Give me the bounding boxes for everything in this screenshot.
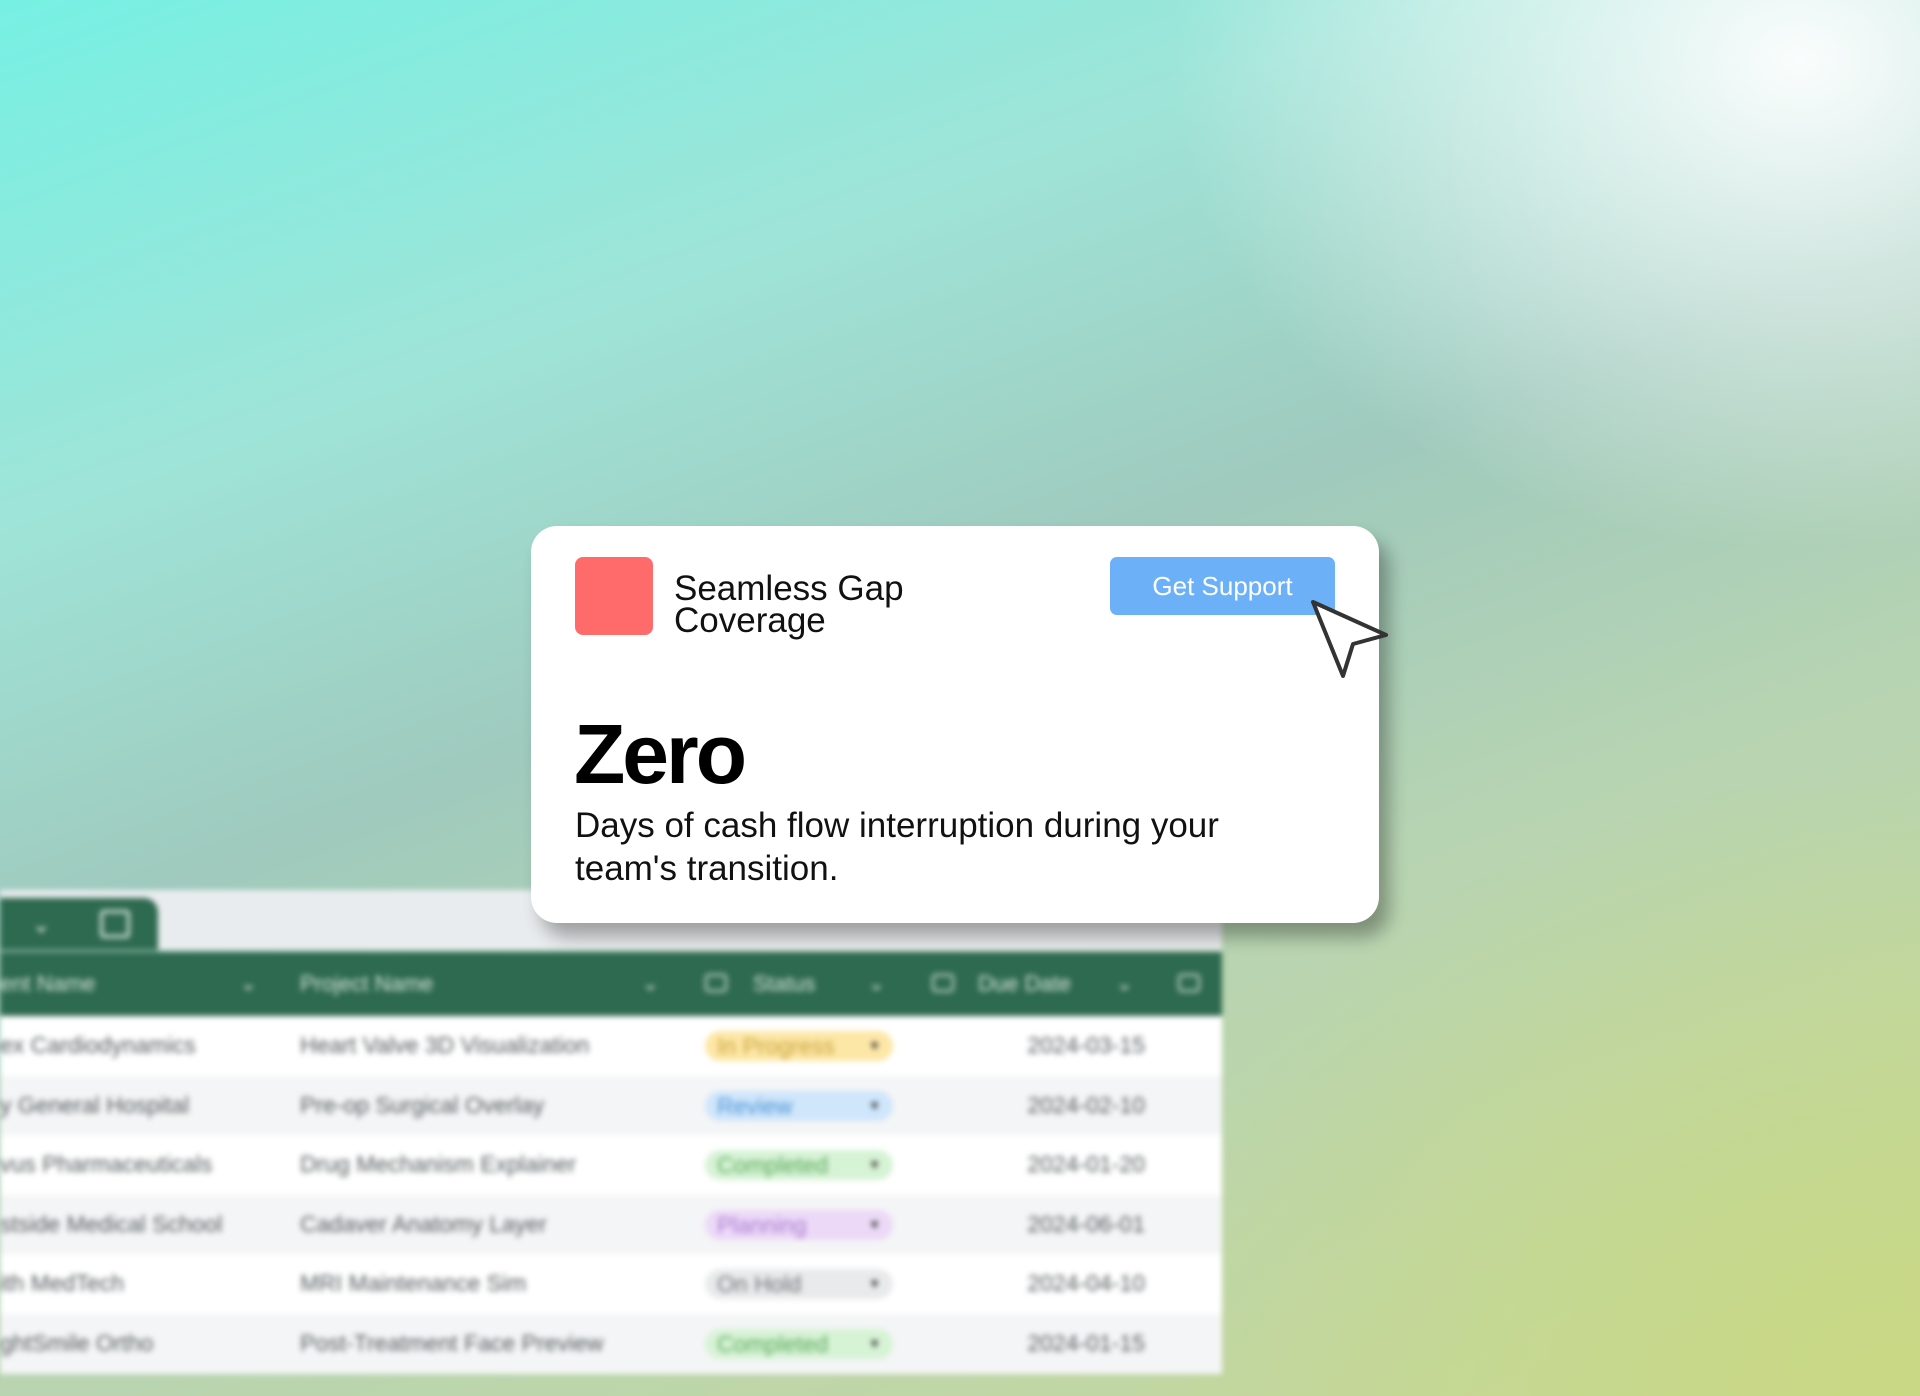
project-cell: Drug Mechanism Explainer [300, 1151, 577, 1178]
client-cell: ghtSmile Ortho [0, 1329, 154, 1356]
status-badge[interactable]: On Hold ▼ [705, 1269, 893, 1300]
caret-down-icon[interactable]: ▼ [868, 1269, 881, 1299]
project-cell: Heart Valve 3D Visualization [300, 1032, 590, 1058]
status-label: Planning [717, 1211, 807, 1238]
due-date-cell: 2024-04-10 [1027, 1270, 1145, 1297]
project-cell: Pre-op Surgical Overlay [300, 1091, 545, 1118]
due-date-cell: 2024-02-10 [1027, 1091, 1145, 1118]
table-row[interactable]: stside Medical School Cadaver Anatomy Lay… [0, 1194, 1222, 1255]
column-header-status[interactable]: Status [753, 952, 815, 1016]
status-badge[interactable]: Review ▼ [705, 1090, 893, 1121]
column-header-client[interactable]: ent Name [0, 952, 95, 1016]
chevron-down-icon[interactable]: ⌄ [868, 952, 885, 1016]
caret-down-icon[interactable]: ▼ [868, 1329, 881, 1359]
column-more-icon[interactable] [1178, 974, 1200, 992]
table-row[interactable]: ith MedTech MRI Maintenance Sim On Hold ▼ 20… [0, 1254, 1222, 1314]
client-cell: stside Medical School [0, 1210, 223, 1237]
status-label: In Progress [717, 1033, 835, 1059]
project-cell: Cadaver Anatomy Layer [300, 1210, 547, 1237]
cursor-arrow-icon [1311, 600, 1388, 678]
calendar-icon [932, 974, 954, 992]
background-spreadsheet: ⌄ ent Name ⌄ Project Name ⌄ Status ⌄ Due… [0, 890, 1222, 1396]
caret-down-icon[interactable]: ▼ [868, 1031, 881, 1061]
table-row[interactable]: ex Cardiodynamics Heart Valve 3D Visualiz… [0, 1016, 1222, 1076]
chevron-down-icon[interactable]: ⌄ [1116, 952, 1133, 1016]
column-header-project[interactable]: Project Name [300, 952, 433, 1016]
status-label: Review [717, 1092, 793, 1119]
stat-value: Zero [574, 707, 747, 801]
chevron-down-icon[interactable]: ⌄ [32, 912, 50, 938]
client-cell: y General Hospital [0, 1091, 190, 1118]
card-title: Seamless Gap Coverage [674, 569, 904, 640]
project-cell: MRI Maintenance Sim [300, 1270, 527, 1297]
client-cell: vus Pharmaceuticals [0, 1151, 213, 1178]
project-cell: Post-Treatment Face Preview [300, 1329, 604, 1356]
table-row[interactable]: y General Hospital Pre-op Surgical Overla… [0, 1075, 1222, 1136]
client-cell: ith MedTech [0, 1270, 125, 1297]
due-date-cell: 2024-03-15 [1027, 1032, 1145, 1058]
status-badge[interactable]: In Progress ▼ [705, 1031, 893, 1061]
caret-down-icon[interactable]: ▼ [868, 1150, 881, 1180]
status-label: Completed [717, 1152, 829, 1179]
document-icon[interactable] [100, 910, 130, 938]
table-header: ent Name ⌄ Project Name ⌄ Status ⌄ Due D… [0, 952, 1222, 1016]
status-badge[interactable]: Completed ▼ [705, 1150, 893, 1181]
caret-down-icon[interactable]: ▼ [868, 1091, 881, 1121]
feature-card: Seamless Gap Coverage Get Support Zero D… [531, 526, 1379, 923]
table-row[interactable]: vus Pharmaceuticals Drug Mechanism Explai… [0, 1135, 1222, 1195]
caret-down-icon[interactable]: ▼ [868, 1210, 881, 1240]
table-row[interactable]: ghtSmile Ortho Post-Treatment Face Previe… [0, 1313, 1222, 1374]
chevron-down-icon[interactable]: ⌄ [642, 952, 659, 1016]
stat-caption: Days of cash flow interruption during yo… [575, 806, 1219, 888]
chevron-down-icon[interactable]: ⌄ [240, 952, 257, 1016]
status-badge[interactable]: Completed ▼ [705, 1328, 893, 1359]
status-label: Completed [717, 1330, 829, 1357]
due-date-cell: 2024-01-15 [1027, 1329, 1145, 1356]
due-date-cell: 2024-06-01 [1027, 1210, 1145, 1237]
tag-icon [705, 974, 727, 992]
logo [575, 557, 653, 635]
sheet-tab[interactable]: ⌄ [0, 898, 158, 950]
get-support-button[interactable]: Get Support [1110, 557, 1335, 615]
client-cell: ex Cardiodynamics [0, 1032, 196, 1058]
due-date-cell: 2024-01-20 [1027, 1151, 1145, 1178]
status-badge[interactable]: Planning ▼ [705, 1209, 893, 1240]
column-header-due-date[interactable]: Due Date [978, 952, 1071, 1016]
table-body: ex Cardiodynamics Heart Valve 3D Visualiz… [0, 1016, 1222, 1374]
status-label: On Hold [717, 1271, 802, 1298]
